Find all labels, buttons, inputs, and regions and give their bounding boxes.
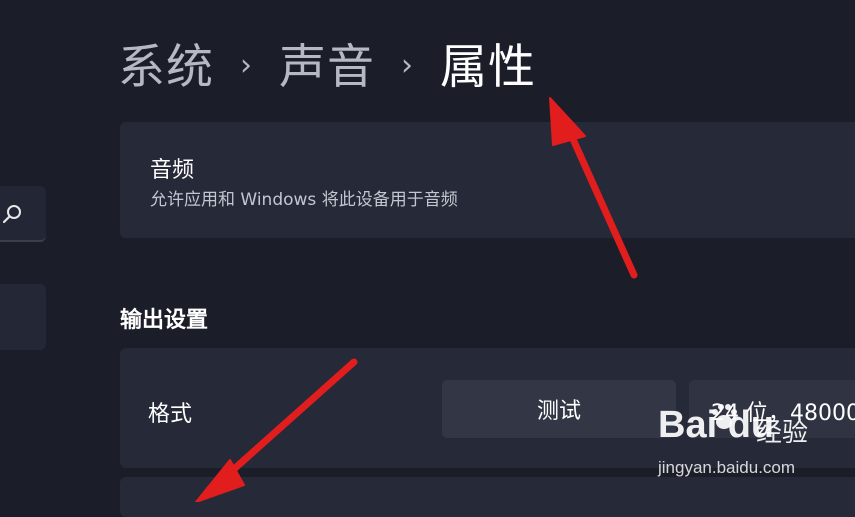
breadcrumb: 系统 › 声音 › 属性: [118, 38, 536, 98]
test-button-label: 测试: [536, 399, 581, 424]
paw-icon: [712, 404, 737, 429]
breadcrumb-separator: ›: [240, 48, 253, 83]
breadcrumb-system[interactable]: 系统: [118, 38, 214, 98]
format-label: 格式: [148, 402, 193, 427]
baidu-watermark: Bai du 经验 jingyan.baidu.com: [640, 400, 850, 492]
search-icon: [2, 205, 21, 224]
watermark-url: jingyan.baidu.com: [658, 458, 796, 477]
audio-card-title: 音频: [150, 158, 195, 183]
audio-card[interactable]: 音频 允许应用和 Windows 将此设备用于音频: [120, 122, 855, 238]
watermark-brand-cn: 经验: [756, 418, 809, 448]
breadcrumb-sound[interactable]: 声音: [279, 38, 375, 98]
search-box[interactable]: [0, 186, 46, 242]
breadcrumb-separator: ›: [401, 48, 414, 83]
nav-item[interactable]: [0, 284, 46, 350]
audio-card-description: 允许应用和 Windows 将此设备用于音频: [150, 190, 458, 210]
page-title: 属性: [440, 40, 536, 95]
output-settings-header: 输出设置: [120, 308, 209, 333]
